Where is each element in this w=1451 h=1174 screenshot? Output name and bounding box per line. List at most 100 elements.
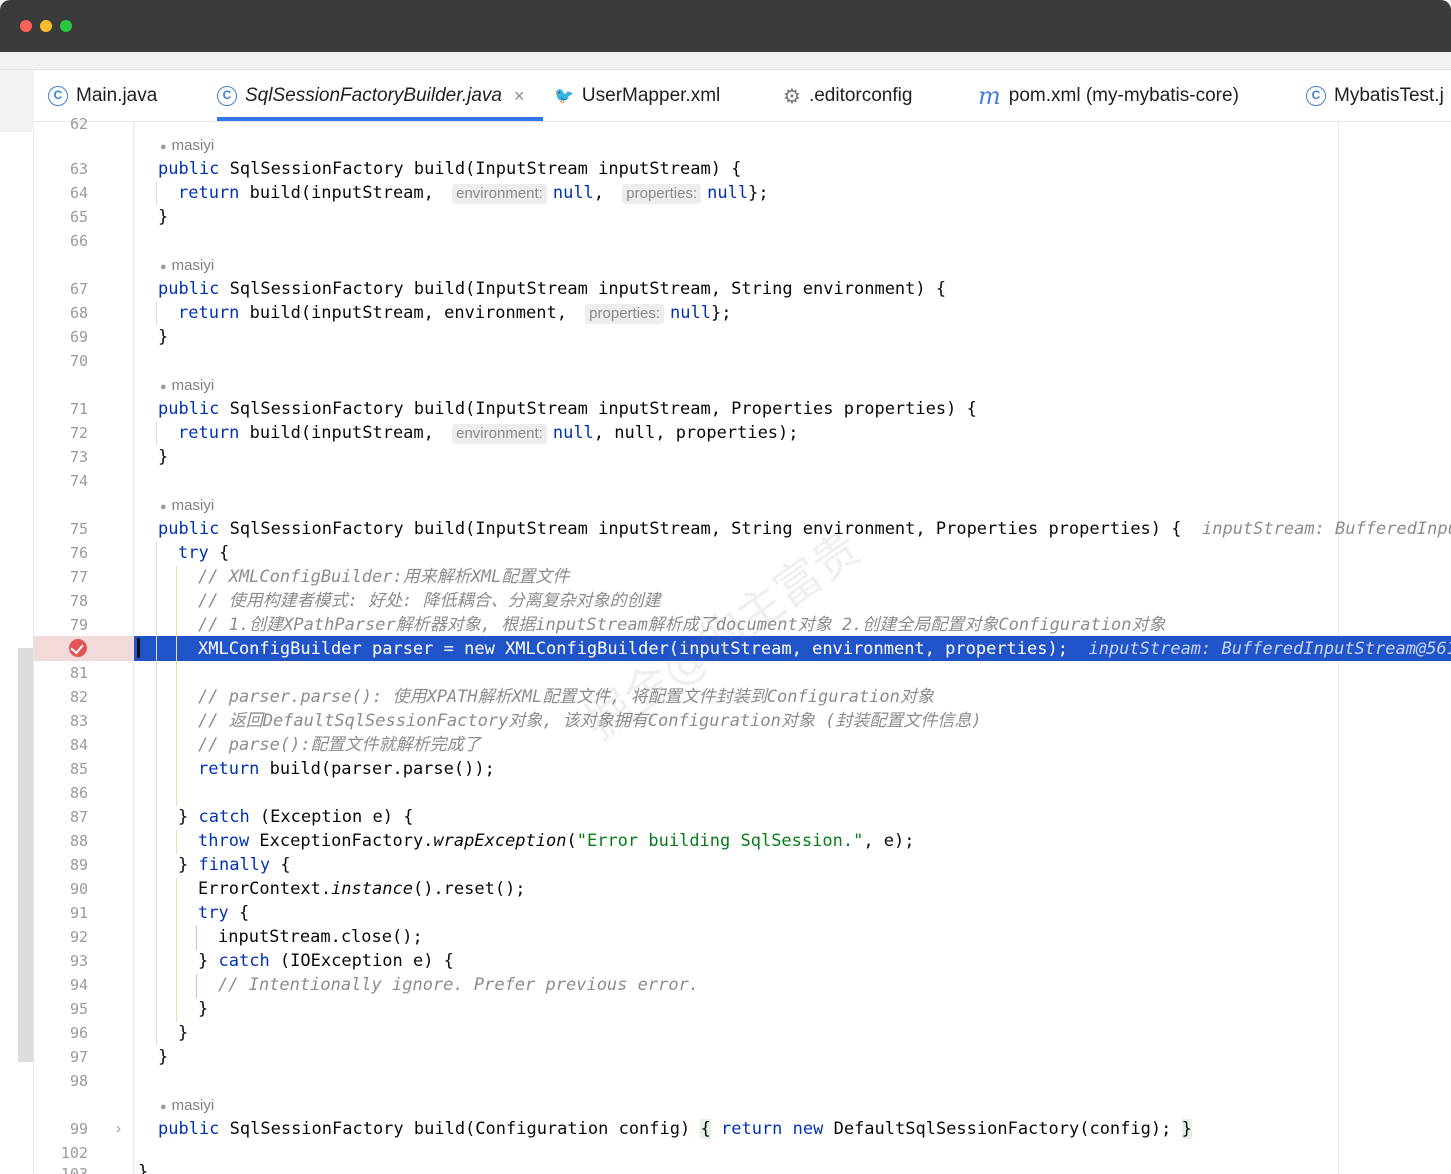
line-number: 89: [69, 856, 88, 874]
line-number: 90: [69, 880, 88, 898]
code-author-hint[interactable]: ● masiyi: [160, 1095, 214, 1117]
code-line-91: try {: [198, 903, 250, 923]
code-line-84: // parse():配置文件就解析完成了: [198, 735, 481, 755]
code-line-83: // 返回DefaultSqlSessionFactory对象, 该对象拥有Co…: [198, 711, 982, 731]
window-titlebar: [0, 0, 1451, 52]
line-number: 63: [69, 160, 88, 178]
code-author-hint[interactable]: ● masiyi: [160, 135, 214, 157]
parameter-hint: environment:: [452, 184, 547, 204]
code-line-71: public SqlSessionFactory build(InputStre…: [158, 399, 977, 419]
code-line-79: // 1.创建XPathParser解析器对象, 根据inputStream解析…: [198, 615, 1166, 635]
tab-pom-xml[interactable]: m pom.xml (my-mybatis-core): [978, 70, 1239, 121]
maximize-window-button[interactable]: [60, 20, 72, 32]
line-number: 66: [69, 232, 88, 250]
line-number: 78: [69, 592, 88, 610]
line-number: 73: [69, 448, 88, 466]
editor-tabs: C Main.java C SqlSessionFactoryBuilder.j…: [34, 70, 1451, 122]
code-line-69: }: [158, 327, 169, 347]
code-line-68: return build(inputStream, environment, p…: [178, 303, 732, 324]
line-number: 72: [69, 424, 88, 442]
code-author-hint[interactable]: ● masiyi: [160, 255, 214, 277]
line-number: 86: [69, 784, 88, 802]
vertical-scrollbar[interactable]: [18, 648, 33, 1062]
parameter-hint: properties:: [622, 184, 702, 204]
line-number: 83: [69, 712, 88, 730]
line-number: 74: [69, 472, 88, 490]
code-line-75: public SqlSessionFactory build(InputStre…: [158, 517, 1451, 541]
maven-icon: m: [978, 82, 1001, 110]
line-number: 65: [69, 208, 88, 226]
text-caret: [137, 638, 140, 658]
code-line-90: ErrorContext.instance().reset();: [198, 879, 526, 899]
minimize-window-button[interactable]: [40, 20, 52, 32]
line-number: 79: [69, 616, 88, 634]
code-author-hint[interactable]: ● masiyi: [160, 375, 214, 397]
code-line-92: inputStream.close();: [218, 927, 423, 947]
code-line-76: try {: [178, 543, 230, 563]
line-number: 93: [69, 952, 88, 970]
code-line-87: } catch (Exception e) {: [178, 807, 414, 827]
close-icon[interactable]: ×: [514, 86, 525, 107]
line-number: 68: [69, 304, 88, 322]
line-number: 67: [69, 280, 88, 298]
code-line-63: public SqlSessionFactory build(InputStre…: [158, 159, 742, 179]
line-number: 94: [69, 976, 88, 994]
code-line-78: // 使用构建者模式: 好处: 降低耦合、分离复杂对象的创建: [198, 591, 661, 611]
code-line-89: } finally {: [178, 855, 291, 875]
parameter-hint: environment:: [452, 424, 547, 444]
line-number: 99: [69, 1120, 88, 1138]
code-line-77: // XMLConfigBuilder:用来解析XML配置文件: [198, 567, 570, 587]
line-number: 76: [69, 544, 88, 562]
person-icon: ●: [160, 501, 167, 513]
active-tab-indicator: [217, 117, 543, 121]
code-line-65: }: [158, 207, 169, 227]
line-number: 81: [69, 664, 88, 682]
tab-mybatistest-java[interactable]: C MybatisTest.j: [1306, 70, 1444, 121]
line-number: 85: [69, 760, 88, 778]
line-number: 70: [69, 352, 88, 370]
line-number: 92: [69, 928, 88, 946]
person-icon: ●: [160, 261, 167, 273]
code-line-103: }: [138, 1162, 149, 1174]
line-number: 69: [69, 328, 88, 346]
code-line-93: } catch (IOException e) {: [198, 951, 454, 971]
line-number: 98: [69, 1072, 88, 1090]
tab-editorconfig[interactable]: ⚙ .editorconfig: [783, 70, 912, 121]
line-number: 77: [69, 568, 88, 586]
code-line-97: }: [158, 1047, 169, 1067]
debug-inlay-value: inputStream: BufferedInputStream@561: [1088, 639, 1451, 659]
parameter-hint: properties:: [585, 304, 665, 324]
line-number: 71: [69, 400, 88, 418]
class-icon: C: [1306, 86, 1326, 106]
line-number: 82: [69, 688, 88, 706]
code-line-85: return build(parser.parse());: [198, 759, 495, 779]
line-number: 84: [69, 736, 88, 754]
debug-inlay-value: inputStream: BufferedInputS: [1201, 519, 1451, 539]
code-line-67: public SqlSessionFactory build(InputStre…: [158, 279, 947, 299]
code-author-hint[interactable]: ● masiyi: [160, 495, 214, 517]
code-line-73: }: [158, 447, 169, 467]
person-icon: ●: [160, 141, 167, 153]
mybatis-icon: 🐦: [554, 88, 574, 105]
line-number: 88: [69, 832, 88, 850]
gear-icon: ⚙: [783, 85, 801, 108]
breakpoint-icon[interactable]: [69, 639, 87, 657]
fold-chevron-icon[interactable]: ›: [116, 1117, 121, 1141]
line-number: 103: [60, 1165, 88, 1174]
code-line-99: public SqlSessionFactory build(Configura…: [158, 1119, 1192, 1139]
code-line-72: return build(inputStream, environment: nu…: [178, 423, 799, 444]
line-number: 75: [69, 520, 88, 538]
class-icon: C: [48, 86, 68, 106]
code-line-64: return build(inputStream, environment: nu…: [178, 183, 769, 204]
line-number: 64: [69, 184, 88, 202]
code-line-80: XMLConfigBuilder parser = new XMLConfigB…: [198, 637, 1451, 661]
toolbar-strip: [0, 52, 1451, 70]
close-window-button[interactable]: [20, 20, 32, 32]
line-number: 87: [69, 808, 88, 826]
tab-sqlsessionfactorybuilder-java[interactable]: C SqlSessionFactoryBuilder.java ×: [217, 70, 525, 121]
person-icon: ●: [160, 1101, 167, 1113]
code-line-95: }: [198, 999, 209, 1019]
tab-usermapper-xml[interactable]: 🐦 UserMapper.xml: [554, 70, 720, 121]
code-line-88: throw ExceptionFactory.wrapException("Er…: [198, 831, 915, 851]
class-icon: C: [217, 86, 237, 106]
